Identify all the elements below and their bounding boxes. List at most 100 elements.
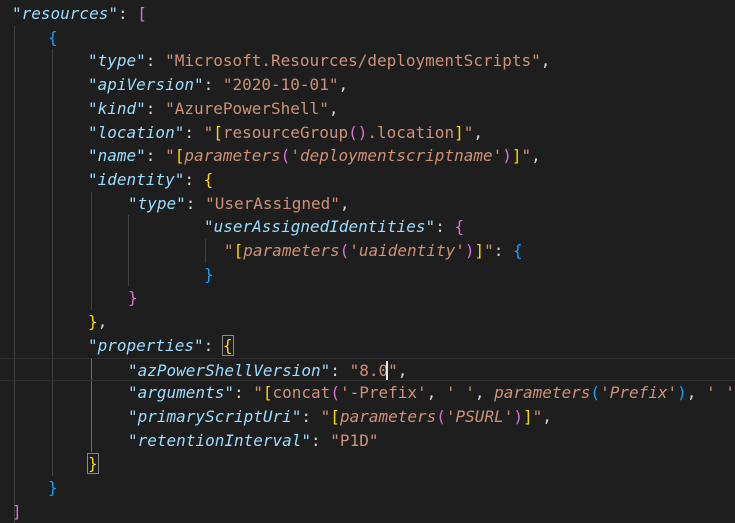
code-token: : bbox=[145, 146, 166, 166]
code-token: , bbox=[426, 383, 446, 403]
code-token: { bbox=[203, 169, 214, 189]
code-line[interactable]: "identity": { bbox=[0, 168, 735, 192]
code-token: " bbox=[532, 406, 543, 426]
code-token: "type" bbox=[88, 51, 146, 71]
code-token: " bbox=[484, 241, 494, 260]
code-token: ( bbox=[280, 146, 291, 166]
code-token: : bbox=[203, 335, 223, 355]
code-token: ] bbox=[12, 501, 22, 521]
code-token: ( bbox=[436, 406, 446, 426]
code-token: "2020-10-01" bbox=[222, 75, 339, 95]
code-line[interactable]: "userAssignedIdentities": { bbox=[0, 215, 735, 239]
code-token: "type" bbox=[128, 193, 186, 213]
code-token: " bbox=[224, 241, 234, 260]
code-token: () bbox=[348, 122, 368, 142]
code-token: "UserAssigned" bbox=[205, 193, 340, 213]
code-line[interactable]: } bbox=[0, 452, 735, 476]
code-token: : bbox=[117, 4, 138, 23]
code-token: [ bbox=[213, 122, 223, 142]
code-token: " bbox=[521, 146, 532, 166]
code-token: "identity" bbox=[88, 169, 185, 189]
code-token: , bbox=[686, 383, 707, 403]
code-token: } bbox=[204, 264, 214, 284]
code-token: : bbox=[185, 193, 206, 213]
code-token: : bbox=[435, 217, 455, 237]
code-token: { bbox=[48, 27, 58, 47]
code-token: "azPowerShellVersion" bbox=[128, 360, 331, 380]
code-token: "retentionInterval" bbox=[128, 430, 312, 450]
code-token: [ bbox=[137, 4, 147, 23]
code-token: parameters bbox=[184, 146, 281, 166]
code-line[interactable]: { bbox=[0, 26, 735, 50]
code-line[interactable]: "arguments": "[concat('-Prefix', ' ', pa… bbox=[0, 381, 735, 405]
code-token: , bbox=[97, 312, 108, 332]
code-token: ] bbox=[522, 406, 533, 426]
code-token: ' ' bbox=[445, 383, 475, 403]
code-line[interactable]: ] bbox=[0, 500, 735, 523]
code-line[interactable]: "type": "UserAssigned", bbox=[0, 192, 735, 216]
code-token: "location" bbox=[88, 122, 185, 142]
code-line[interactable]: }, bbox=[0, 310, 735, 334]
code-editor[interactable]: "resources": [{"type": "Microsoft.Resour… bbox=[0, 0, 735, 523]
code-token: } bbox=[88, 312, 98, 332]
code-line[interactable]: "retentionInterval": "P1D" bbox=[0, 429, 735, 453]
code-token: 'Prefix' bbox=[600, 383, 678, 403]
code-token: "AzurePowerShell" bbox=[165, 98, 329, 118]
code-token: ' ' bbox=[706, 383, 735, 403]
code-token: ) bbox=[513, 406, 523, 426]
code-token: .location bbox=[367, 122, 455, 142]
code-token: "8.0" bbox=[349, 360, 398, 380]
code-token: "Microsoft.Resources/deploymentScripts" bbox=[165, 51, 541, 71]
code-line[interactable]: } bbox=[0, 263, 735, 287]
code-token: } bbox=[87, 453, 99, 475]
code-token: ] bbox=[454, 122, 464, 142]
code-token: : bbox=[145, 98, 166, 118]
code-token: [ bbox=[262, 383, 273, 403]
code-token: , bbox=[542, 406, 552, 426]
code-token: concat bbox=[272, 383, 331, 403]
code-token: "primaryScriptUri" bbox=[128, 406, 302, 426]
code-token: ( bbox=[590, 383, 601, 403]
code-token: [ bbox=[233, 241, 244, 260]
code-line[interactable]: "properties": { bbox=[0, 334, 735, 358]
code-token: "kind" bbox=[88, 98, 146, 118]
code-token: , bbox=[531, 146, 541, 166]
code-line[interactable]: } bbox=[0, 476, 735, 500]
code-line[interactable]: "azPowerShellVersion": "8.0", bbox=[0, 357, 735, 382]
code-token: , bbox=[328, 98, 339, 118]
code-token: " bbox=[165, 146, 175, 166]
code-token: "arguments" bbox=[128, 383, 234, 403]
code-token: parameters bbox=[494, 383, 591, 403]
code-token: , bbox=[474, 383, 495, 403]
code-token: : bbox=[233, 383, 254, 403]
code-token: ( bbox=[339, 241, 350, 260]
code-token: " bbox=[203, 122, 214, 142]
code-token: resourceGroup bbox=[222, 122, 349, 142]
code-token: [ bbox=[330, 406, 340, 426]
code-line[interactable]: "name": "[parameters('deploymentscriptna… bbox=[0, 144, 735, 168]
code-token: '-Prefix' bbox=[339, 383, 427, 403]
code-line[interactable]: "[parameters('uaidentity')]": { bbox=[0, 239, 735, 263]
code-line[interactable]: "kind": "AzurePowerShell", bbox=[0, 97, 735, 121]
code-token: ] bbox=[474, 241, 485, 260]
code-token: , bbox=[473, 122, 483, 142]
code-token: " bbox=[463, 122, 474, 142]
code-token: { bbox=[221, 334, 234, 356]
code-token: parameters bbox=[243, 241, 340, 260]
code-line[interactable]: "resources": [ bbox=[0, 2, 735, 26]
code-token: "resources" bbox=[12, 4, 118, 23]
code-line[interactable]: "type": "Microsoft.Resources/deploymentS… bbox=[0, 49, 735, 73]
code-token: 'PSURL' bbox=[445, 406, 514, 426]
code-line[interactable]: } bbox=[0, 286, 735, 310]
code-token: " bbox=[320, 406, 331, 426]
text-cursor bbox=[386, 360, 388, 380]
code-line[interactable]: "apiVersion": "2020-10-01", bbox=[0, 73, 735, 97]
code-token: , bbox=[397, 360, 408, 380]
code-token: : bbox=[311, 430, 331, 450]
code-token: : bbox=[184, 122, 204, 142]
code-line[interactable]: "primaryScriptUri": "[parameters('PSURL'… bbox=[0, 405, 735, 429]
code-token: : bbox=[493, 241, 514, 260]
code-line[interactable]: "location": "[resourceGroup().location]"… bbox=[0, 121, 735, 145]
code-token: : bbox=[301, 406, 321, 426]
code-token: 'deploymentscriptname' bbox=[290, 146, 503, 166]
